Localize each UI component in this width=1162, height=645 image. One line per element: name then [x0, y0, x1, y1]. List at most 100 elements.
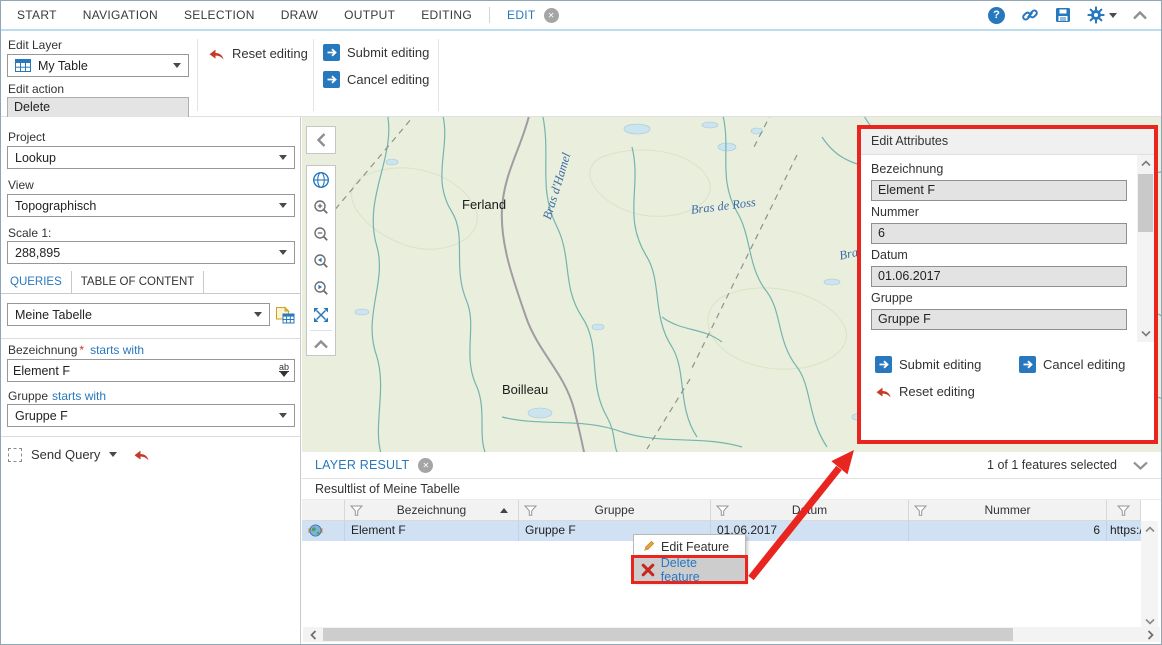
- zoom-to-feature-icon[interactable]: [308, 523, 323, 538]
- tab-table-of-content[interactable]: TABLE OF CONTENT: [72, 271, 205, 293]
- filter2-dropdown[interactable]: Gruppe F: [7, 404, 295, 427]
- tab-editing[interactable]: EDITING: [408, 1, 485, 29]
- ribbon-edit-panel: Edit Layer My Table Edit action Delete R…: [1, 33, 1161, 117]
- column-header-gruppe[interactable]: Gruppe: [519, 500, 711, 521]
- sidebar-tab-bar: QUERIES TABLE OF CONTENT: [1, 271, 300, 294]
- tab-draw[interactable]: DRAW: [268, 1, 331, 29]
- zoom-in-icon: [313, 199, 329, 215]
- row-icon-cell[interactable]: [302, 521, 345, 541]
- dropdown-caret-icon: [254, 312, 262, 317]
- column-header-url[interactable]: [1107, 500, 1141, 521]
- close-edit-tab-icon[interactable]: ✕: [544, 8, 559, 23]
- tab-queries[interactable]: QUERIES: [1, 271, 72, 293]
- filter-icon[interactable]: [350, 505, 363, 516]
- attr-input-nummer[interactable]: 6: [871, 223, 1127, 244]
- pencil-icon: [641, 540, 655, 554]
- edit-action-field[interactable]: Delete: [7, 97, 189, 118]
- edit-layer-value: My Table: [38, 59, 88, 73]
- reset-editing-button[interactable]: Reset editing: [208, 46, 308, 61]
- filter-icon[interactable]: [914, 505, 927, 516]
- help-icon[interactable]: ?: [988, 7, 1005, 24]
- cell-nummer[interactable]: 6: [909, 521, 1107, 541]
- edit-action-label: Edit action: [8, 82, 64, 96]
- full-extent-icon: [313, 307, 329, 323]
- column-header-bezeichnung[interactable]: Bezeichnung: [345, 500, 519, 521]
- scrollbar-thumb[interactable]: [323, 628, 1013, 641]
- previous-extent-button[interactable]: [307, 247, 335, 274]
- result-vertical-scrollbar[interactable]: [1141, 521, 1158, 630]
- reset-query-icon[interactable]: [133, 447, 150, 462]
- scroll-down-icon[interactable]: [1137, 325, 1154, 342]
- full-world-extent-button[interactable]: [307, 166, 335, 193]
- tab-navigation[interactable]: NAVIGATION: [70, 1, 171, 29]
- text-suggest-icon[interactable]: ab: [279, 364, 289, 377]
- send-query-button[interactable]: Send Query: [31, 447, 100, 462]
- tab-start[interactable]: START: [4, 1, 70, 29]
- filter1-input[interactable]: Element F ab: [7, 359, 295, 382]
- collapse-result-panel-icon[interactable]: [1133, 461, 1148, 470]
- ribbon-separator: [438, 39, 439, 111]
- project-dropdown[interactable]: Lookup: [7, 146, 295, 169]
- layer-result-tab[interactable]: LAYER RESULT: [315, 458, 409, 472]
- ribbon-separator: [313, 39, 314, 111]
- scroll-left-icon[interactable]: [305, 627, 321, 642]
- filter-icon[interactable]: [716, 505, 729, 516]
- scale-label: Scale 1:: [8, 226, 51, 240]
- settings-caret-icon: [1109, 13, 1117, 18]
- sidebar-divider: [1, 436, 300, 437]
- tab-output[interactable]: OUTPUT: [331, 1, 408, 29]
- scroll-right-icon[interactable]: [1142, 627, 1158, 642]
- filter1-field-name: Bezeichnung: [8, 343, 77, 357]
- collapse-toolbar-button[interactable]: [307, 333, 335, 355]
- cell-url[interactable]: https:/: [1107, 521, 1141, 541]
- query-table-dropdown[interactable]: Meine Tabelle: [7, 303, 270, 326]
- scrollbar-thumb[interactable]: [1138, 174, 1153, 232]
- result-horizontal-scrollbar[interactable]: [303, 627, 1160, 642]
- zoom-out-button[interactable]: [307, 220, 335, 247]
- scale-dropdown[interactable]: 288,895: [7, 241, 295, 264]
- attributes-scrollbar[interactable]: [1137, 155, 1154, 342]
- filter-icon[interactable]: [1117, 505, 1130, 516]
- sort-ascending-icon[interactable]: [500, 508, 508, 513]
- view-dropdown[interactable]: Topographisch: [7, 194, 295, 217]
- panel-cancel-editing-button[interactable]: Cancel editing: [1019, 356, 1125, 373]
- scroll-up-icon[interactable]: [1137, 155, 1154, 172]
- collapse-map-tools-button[interactable]: [306, 126, 336, 154]
- zoom-previous-icon: [313, 253, 329, 269]
- tab-edit-active[interactable]: EDIT: [494, 1, 541, 29]
- attr-input-datum[interactable]: 01.06.2017: [871, 266, 1127, 287]
- context-delete-feature[interactable]: Delete feature: [634, 558, 745, 581]
- filter-icon[interactable]: [524, 505, 537, 516]
- panel-submit-editing-button[interactable]: Submit editing: [875, 356, 981, 373]
- next-extent-button[interactable]: [307, 274, 335, 301]
- edit-layer-dropdown[interactable]: My Table: [7, 54, 189, 77]
- settings-menu-button[interactable]: [1087, 6, 1117, 24]
- attr-label: Nummer: [871, 205, 1127, 219]
- cancel-editing-button[interactable]: Cancel editing: [323, 71, 429, 88]
- submit-editing-button[interactable]: Submit editing: [323, 44, 429, 61]
- table-picker-button[interactable]: [273, 303, 297, 326]
- column-label: Bezeichnung: [397, 503, 466, 517]
- attr-input-gruppe[interactable]: Gruppe F: [871, 309, 1127, 330]
- close-result-tab-icon[interactable]: ✕: [418, 458, 433, 473]
- zoom-out-icon: [313, 226, 329, 242]
- gear-icon: [1087, 6, 1105, 24]
- save-icon[interactable]: [1055, 7, 1071, 23]
- cell-bezeichnung[interactable]: Element F: [345, 521, 519, 541]
- zoom-in-button[interactable]: [307, 193, 335, 220]
- scroll-up-icon[interactable]: [1141, 521, 1158, 538]
- edit-layer-label: Edit Layer: [8, 38, 62, 52]
- column-header-datum[interactable]: Datum: [711, 500, 909, 521]
- column-header-nummer[interactable]: Nummer: [909, 500, 1107, 521]
- full-extent-button[interactable]: [307, 301, 335, 328]
- tab-selection[interactable]: SELECTION: [171, 1, 268, 29]
- send-query-caret-icon[interactable]: [109, 452, 117, 457]
- collapse-ribbon-icon[interactable]: [1133, 11, 1147, 20]
- result-table-header: Bezeichnung Gruppe Datum Nummer: [302, 500, 1141, 521]
- panel-reset-editing-button[interactable]: Reset editing: [875, 384, 975, 399]
- filter1-operator: starts with: [90, 343, 144, 357]
- panel-cancel-label: Cancel editing: [1043, 357, 1125, 372]
- link-icon[interactable]: [1021, 6, 1039, 24]
- attr-input-bezeichnung[interactable]: Element F: [871, 180, 1127, 201]
- place-label: Boilleau: [502, 382, 548, 397]
